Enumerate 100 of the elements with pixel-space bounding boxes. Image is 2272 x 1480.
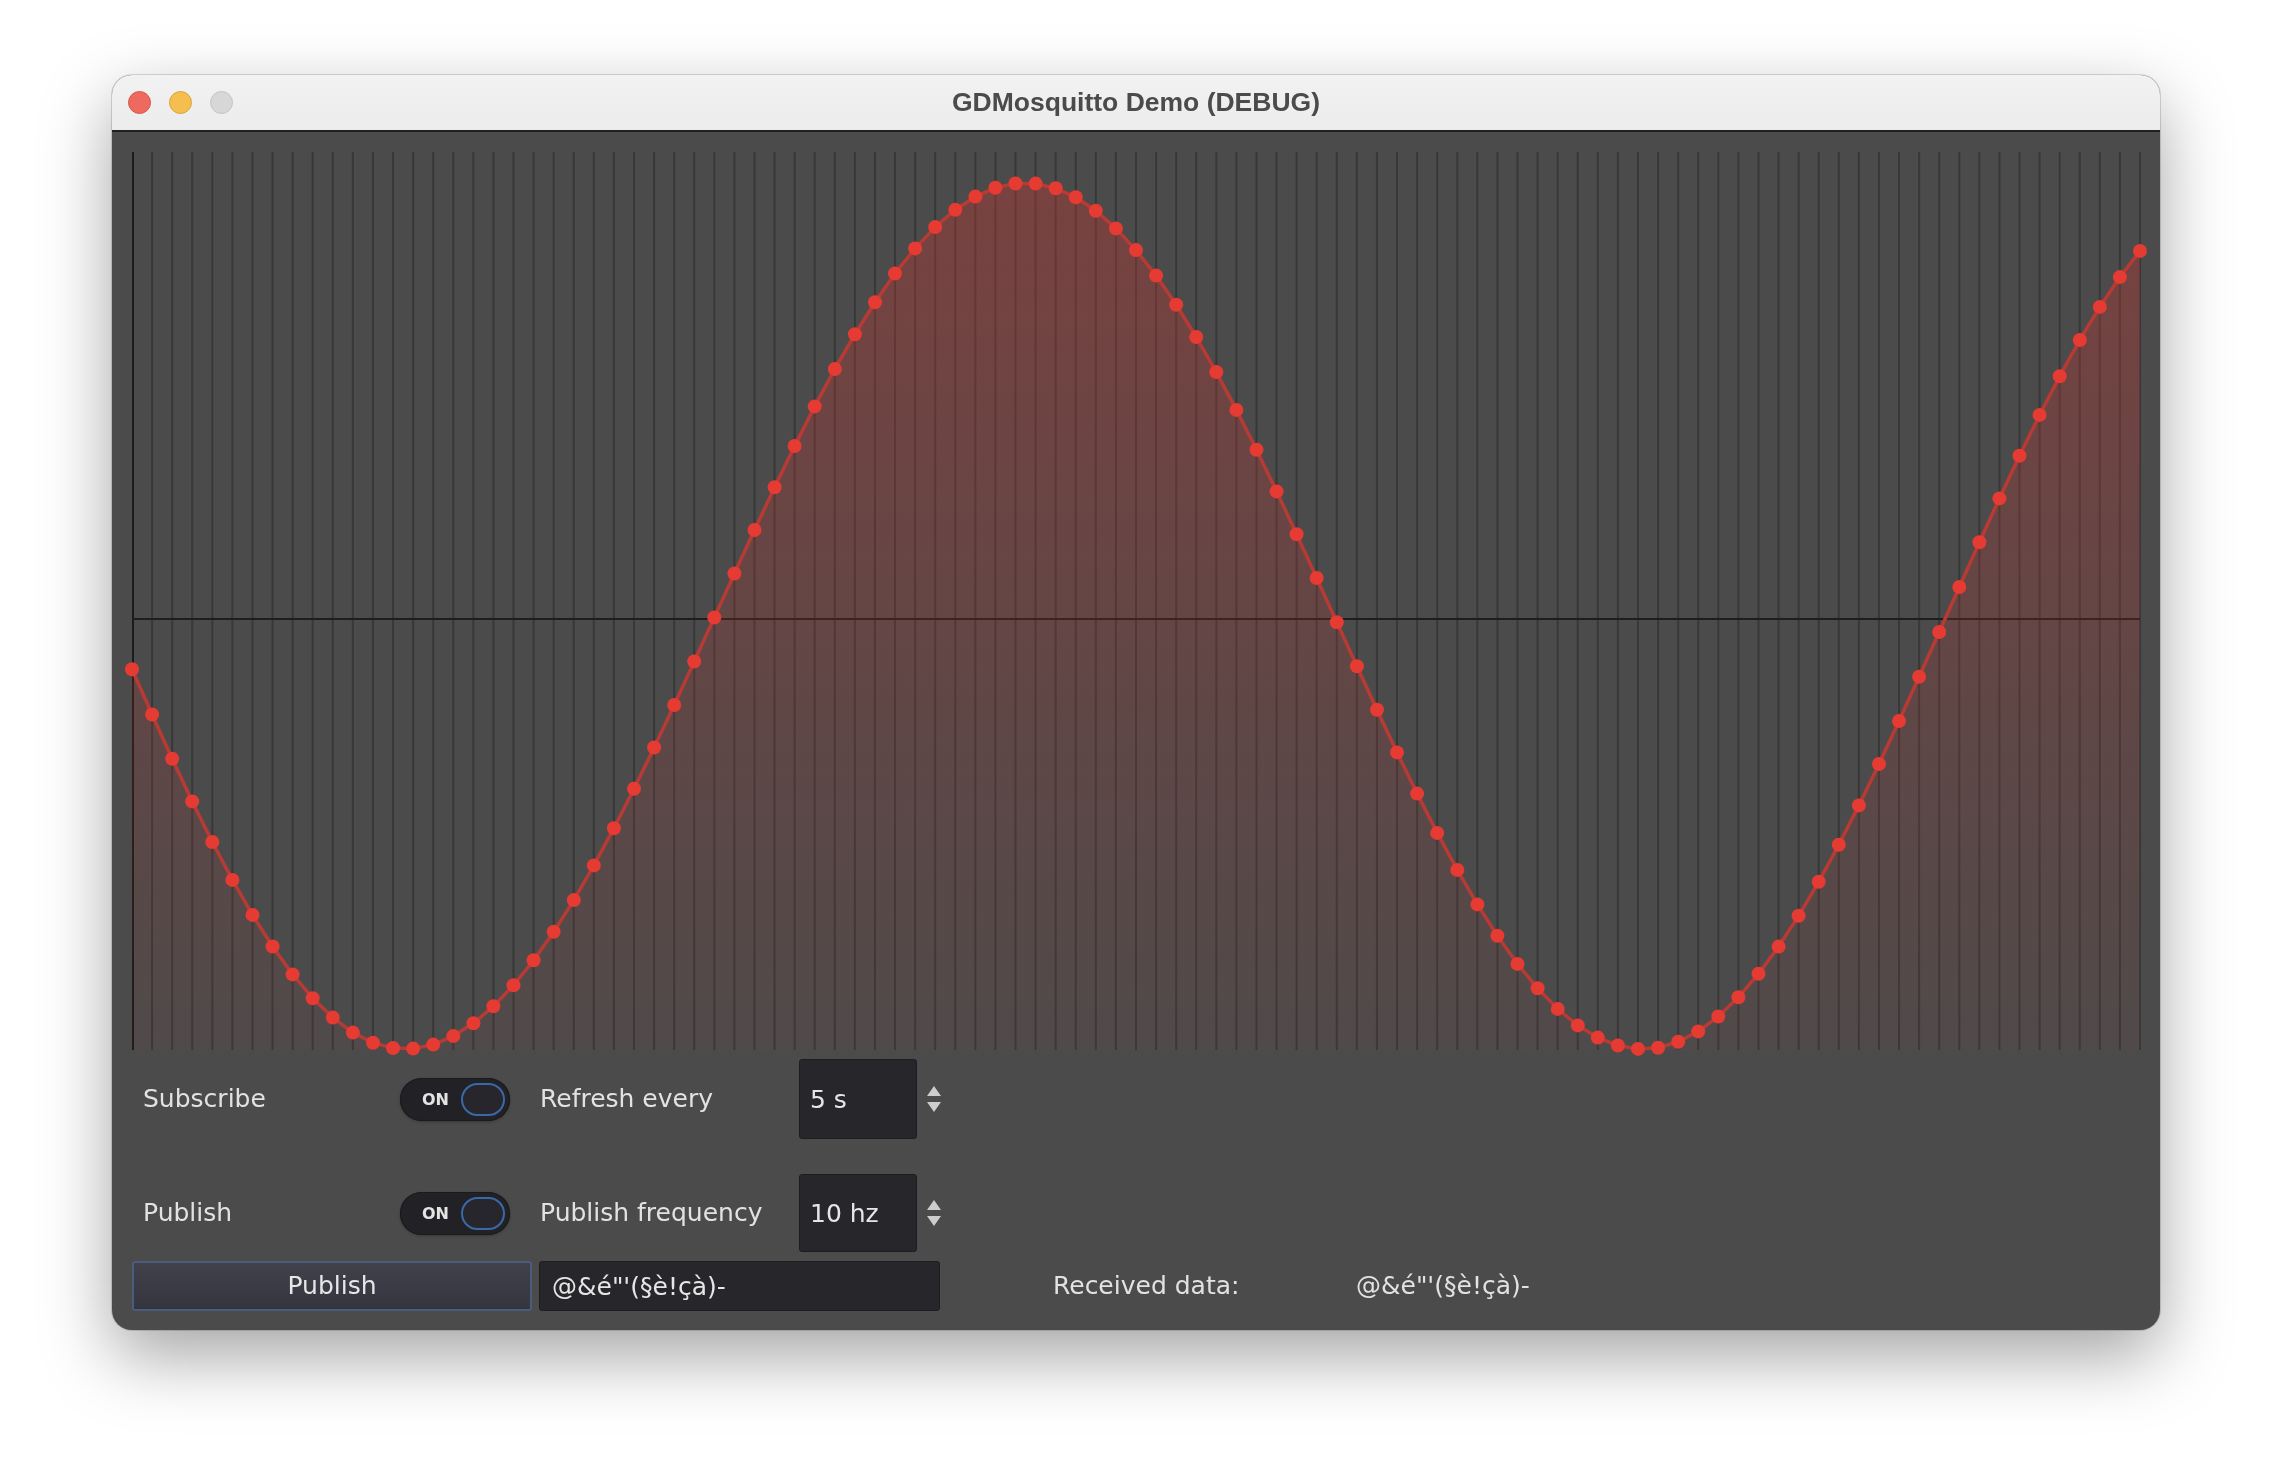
received-data-label: Received data: xyxy=(1053,1271,1240,1300)
data-point xyxy=(2012,448,2027,463)
spinbox-field[interactable]: 5 s xyxy=(799,1059,917,1139)
data-point xyxy=(546,924,561,939)
data-point xyxy=(1450,862,1465,877)
data-point xyxy=(486,999,501,1014)
data-point xyxy=(627,781,641,796)
data-point xyxy=(1550,1001,1565,1016)
data-point xyxy=(1530,981,1545,996)
publish-button[interactable]: Publish xyxy=(132,1261,532,1311)
data-point xyxy=(1229,402,1244,417)
data-point xyxy=(1731,990,1746,1005)
up-down-arrows-icon[interactable] xyxy=(926,1085,942,1113)
data-point xyxy=(1149,268,1164,283)
data-point xyxy=(1008,176,1023,191)
data-point xyxy=(2052,369,2067,384)
data-point xyxy=(888,266,902,281)
data-point xyxy=(1169,297,1184,312)
data-point xyxy=(1129,243,1143,258)
knob-icon xyxy=(461,1082,505,1116)
window-title: GDMosquitto Demo (DEBUG) xyxy=(952,86,1320,119)
data-point xyxy=(1028,176,1043,191)
data-point xyxy=(1831,837,1846,852)
data-point xyxy=(1108,221,1123,236)
data-point xyxy=(807,399,822,414)
data-point xyxy=(687,654,702,669)
data-point xyxy=(1329,615,1344,630)
data-point xyxy=(988,180,1003,195)
setting-label: Refresh every xyxy=(540,1084,713,1113)
data-point xyxy=(185,794,200,809)
data-point xyxy=(767,480,782,495)
data-point xyxy=(1289,527,1304,542)
data-point xyxy=(466,1016,481,1031)
data-point xyxy=(305,991,320,1006)
data-point xyxy=(606,821,621,836)
spinbox-field[interactable]: 10 hz xyxy=(799,1174,917,1252)
data-point xyxy=(125,662,139,677)
data-point xyxy=(225,872,240,887)
data-point xyxy=(1309,571,1324,585)
data-point xyxy=(1751,966,1766,981)
data-point xyxy=(1771,939,1786,954)
data-point xyxy=(165,751,180,766)
toggle-switch[interactable]: ON xyxy=(400,1191,510,1235)
data-point xyxy=(1490,928,1505,943)
up-down-arrows-icon[interactable] xyxy=(926,1199,942,1227)
data-point xyxy=(948,202,963,217)
data-point xyxy=(868,295,882,310)
data-point xyxy=(325,1010,340,1025)
data-point xyxy=(566,893,581,908)
data-point xyxy=(1410,786,1425,801)
data-point xyxy=(2032,407,2047,422)
data-point xyxy=(647,740,662,755)
data-point xyxy=(586,858,601,873)
data-point xyxy=(526,953,541,968)
data-point xyxy=(1631,1041,1645,1056)
data-point xyxy=(1269,484,1284,499)
toggle-label: Subscribe xyxy=(143,1084,266,1113)
data-point xyxy=(366,1035,380,1050)
received-data-value: @&é"'(§è!çà)- xyxy=(1356,1271,1530,1301)
data-point xyxy=(1872,757,1886,771)
data-point xyxy=(787,439,802,453)
data-point xyxy=(727,566,742,581)
data-point xyxy=(928,220,943,235)
data-point xyxy=(446,1029,461,1044)
data-point xyxy=(205,835,220,849)
data-point xyxy=(747,523,762,537)
data-point xyxy=(2112,270,2127,285)
data-point xyxy=(1088,203,1103,218)
data-point xyxy=(1430,825,1445,840)
message-input[interactable]: @&é"'(§è!çà)- xyxy=(539,1261,940,1311)
minimize-button[interactable] xyxy=(169,91,192,114)
data-point xyxy=(1390,745,1404,760)
data-point xyxy=(707,610,722,625)
data-point xyxy=(827,362,842,376)
data-point xyxy=(847,327,862,342)
data-point xyxy=(386,1041,400,1056)
data-point xyxy=(1952,580,1967,594)
data-point xyxy=(345,1025,360,1040)
data-point xyxy=(1671,1034,1686,1049)
data-point xyxy=(1610,1038,1625,1053)
data-point xyxy=(1791,908,1806,923)
data-point xyxy=(1711,1009,1726,1024)
data-point xyxy=(1912,669,1927,684)
data-point xyxy=(1068,190,1083,205)
data-point xyxy=(1691,1024,1706,1039)
data-point xyxy=(908,241,923,256)
close-button[interactable] xyxy=(128,91,151,114)
toggle-switch[interactable]: ON xyxy=(400,1077,510,1121)
data-point xyxy=(285,967,300,982)
knob-icon xyxy=(461,1196,505,1230)
data-point xyxy=(1851,798,1866,813)
data-point xyxy=(145,707,160,722)
data-point xyxy=(2072,333,2087,347)
data-point xyxy=(1249,442,1264,457)
data-point xyxy=(1370,702,1384,717)
data-point xyxy=(1189,330,1204,344)
data-point xyxy=(1570,1018,1585,1033)
data-point xyxy=(265,939,280,954)
data-point xyxy=(245,907,260,922)
setting-label: Publish frequency xyxy=(540,1198,763,1227)
